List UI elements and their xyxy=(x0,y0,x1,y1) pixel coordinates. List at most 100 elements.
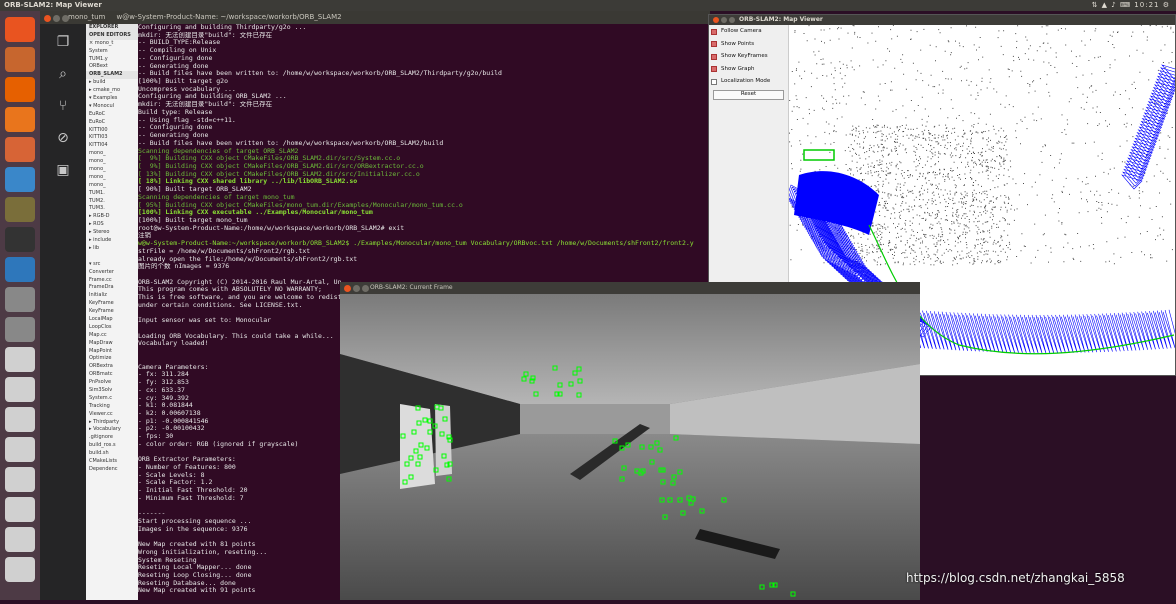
explorer-item[interactable]: ▸ RGB-D xyxy=(86,213,138,221)
system-tray[interactable]: ⇅ ▲ ♪ ⌨ 10:21 ⚙ xyxy=(1092,0,1170,11)
ubuntu-dash-icon[interactable] xyxy=(5,17,35,42)
menu-item-show-graph[interactable]: Show Graph xyxy=(709,63,788,76)
explorer-item[interactable]: .gitignore xyxy=(86,434,138,442)
libreoffice-icon[interactable] xyxy=(5,107,35,132)
explorer-item[interactable]: ▸ ROS xyxy=(86,221,138,229)
explorer-item[interactable]: PnPsolve xyxy=(86,379,138,387)
maximize-icon[interactable] xyxy=(729,16,735,23)
disk-icon[interactable] xyxy=(5,377,35,402)
menu-item-show-points[interactable]: Show Points xyxy=(709,38,788,51)
files-icon[interactable] xyxy=(5,47,35,72)
explorer-item[interactable]: ORBext xyxy=(86,63,138,71)
map-viewer-titlebar[interactable]: ORB-SLAM2: Map Viewer xyxy=(709,15,1175,25)
explorer-item[interactable]: EuRoC xyxy=(86,111,138,119)
terminal-icon[interactable] xyxy=(5,227,35,252)
explorer-item[interactable]: Converter xyxy=(86,269,138,277)
explorer-item[interactable]: mono_ xyxy=(86,166,138,174)
disk-icon[interactable] xyxy=(5,407,35,432)
checkbox[interactable] xyxy=(711,28,717,35)
disk-icon[interactable] xyxy=(5,557,35,582)
explorer-item[interactable]: Sim3Solv xyxy=(86,387,138,395)
checkbox[interactable] xyxy=(711,41,717,48)
explorer-item[interactable]: KeyFrame xyxy=(86,300,138,308)
disk-icon[interactable] xyxy=(5,467,35,492)
disk-icon[interactable] xyxy=(5,347,35,372)
explorer-item[interactable]: OPEN EDITORS xyxy=(86,31,138,40)
explorer-item[interactable]: build_ros.s xyxy=(86,442,138,450)
explorer-item[interactable]: mono_ xyxy=(86,158,138,166)
explorer-item[interactable]: × mono_t xyxy=(86,40,138,48)
explorer-item[interactable]: Map.cc xyxy=(86,332,138,340)
explorer-item[interactable]: KITTI00 xyxy=(86,127,138,135)
explorer-item[interactable]: MapDraw xyxy=(86,340,138,348)
explorer-item[interactable]: mono_ xyxy=(86,182,138,190)
explorer-item[interactable]: ORB_SLAM2 xyxy=(86,71,138,80)
search-icon[interactable]: ⌕ xyxy=(50,66,76,86)
explorer-item[interactable]: Frame.cc xyxy=(86,277,138,285)
checkbox[interactable] xyxy=(711,53,717,60)
terminal-tab-title[interactable]: mono_tum xyxy=(68,13,105,21)
explorer-item[interactable]: ORBmatc xyxy=(86,371,138,379)
clock[interactable]: 10:21 xyxy=(1134,1,1159,9)
explorer-item[interactable]: Initializ xyxy=(86,292,138,300)
files-icon[interactable]: ❐ xyxy=(50,34,76,54)
maximize-icon[interactable] xyxy=(62,15,69,22)
explorer-item[interactable]: ORBextra xyxy=(86,363,138,371)
explorer-item[interactable]: LocalMap xyxy=(86,316,138,324)
checkbox[interactable] xyxy=(711,66,717,73)
close-icon[interactable] xyxy=(713,16,719,23)
explorer-item[interactable]: FrameDra xyxy=(86,284,138,292)
explorer-item[interactable]: mono_ xyxy=(86,174,138,182)
explorer-item[interactable]: TUM2. xyxy=(86,198,138,206)
terminal-titlebar[interactable]: mono_tum w@w-System-Product-Name: ~/work… xyxy=(40,11,710,24)
explorer-item[interactable]: ▸ build xyxy=(86,79,138,87)
explorer-item[interactable]: Optimize xyxy=(86,355,138,363)
explorer-item[interactable]: TUM3. xyxy=(86,205,138,213)
disk-icon[interactable] xyxy=(5,497,35,522)
minimize-icon[interactable] xyxy=(353,284,360,292)
explorer-item[interactable]: TUM1. xyxy=(86,190,138,198)
explorer-item[interactable]: Viewer.cc xyxy=(86,411,138,419)
terminal-tab-title-2[interactable]: w@w-System-Product-Name: ~/workspace/wor… xyxy=(116,13,341,21)
explorer-item[interactable]: Dependenc xyxy=(86,466,138,474)
help-icon[interactable] xyxy=(5,317,35,342)
explorer-item[interactable] xyxy=(86,253,138,261)
explorer-item[interactable]: ▾ src xyxy=(86,261,138,269)
chromium-icon[interactable] xyxy=(5,167,35,192)
debug-icon[interactable]: ⊘ xyxy=(50,130,76,150)
explorer-item[interactable]: build.sh xyxy=(86,450,138,458)
software-center-icon[interactable] xyxy=(5,137,35,162)
explorer-item[interactable]: EXPLORER xyxy=(86,24,138,32)
explorer-item[interactable]: TUM1.y xyxy=(86,56,138,64)
explorer-item[interactable]: CMakeLists xyxy=(86,458,138,466)
checkbox[interactable] xyxy=(711,78,717,85)
explorer-item[interactable]: System.c xyxy=(86,395,138,403)
current-frame-titlebar[interactable]: ORB-SLAM2: Current Frame xyxy=(340,282,920,294)
explorer-item[interactable]: ▾ Examples xyxy=(86,95,138,103)
close-icon[interactable] xyxy=(44,15,51,22)
minimize-icon[interactable] xyxy=(721,16,727,23)
source-control-icon[interactable]: ⑂ xyxy=(50,98,76,118)
sublime-icon[interactable] xyxy=(5,197,35,222)
menu-item-localization-mode[interactable]: Localization Mode xyxy=(709,75,788,88)
explorer-item[interactable]: ▸ Vocabulary xyxy=(86,426,138,434)
extensions-icon[interactable]: ▣ xyxy=(50,162,76,182)
disk-icon[interactable] xyxy=(5,437,35,462)
settings-icon[interactable] xyxy=(5,257,35,282)
explorer-item[interactable]: KeyFrame xyxy=(86,308,138,316)
explorer-item[interactable]: ▾ Monocul xyxy=(86,103,138,111)
reset-button[interactable]: Reset xyxy=(713,89,784,100)
explorer-item[interactable]: Tracking xyxy=(86,403,138,411)
explorer-item[interactable]: ▸ Stereo xyxy=(86,229,138,237)
menu-item-follow-camera[interactable]: Follow Camera xyxy=(709,25,788,38)
explorer-item[interactable]: mono_ xyxy=(86,150,138,158)
explorer-item[interactable]: LoopClos xyxy=(86,324,138,332)
help-icon[interactable] xyxy=(5,287,35,312)
close-icon[interactable] xyxy=(344,284,351,292)
explorer-item[interactable]: MapPoint xyxy=(86,348,138,356)
disk-icon[interactable] xyxy=(5,527,35,552)
maximize-icon[interactable] xyxy=(362,284,369,292)
minimize-icon[interactable] xyxy=(53,15,60,22)
explorer-item[interactable]: ▸ Thirdparty xyxy=(86,419,138,427)
explorer-item[interactable]: ▸ cmake_mo xyxy=(86,87,138,95)
